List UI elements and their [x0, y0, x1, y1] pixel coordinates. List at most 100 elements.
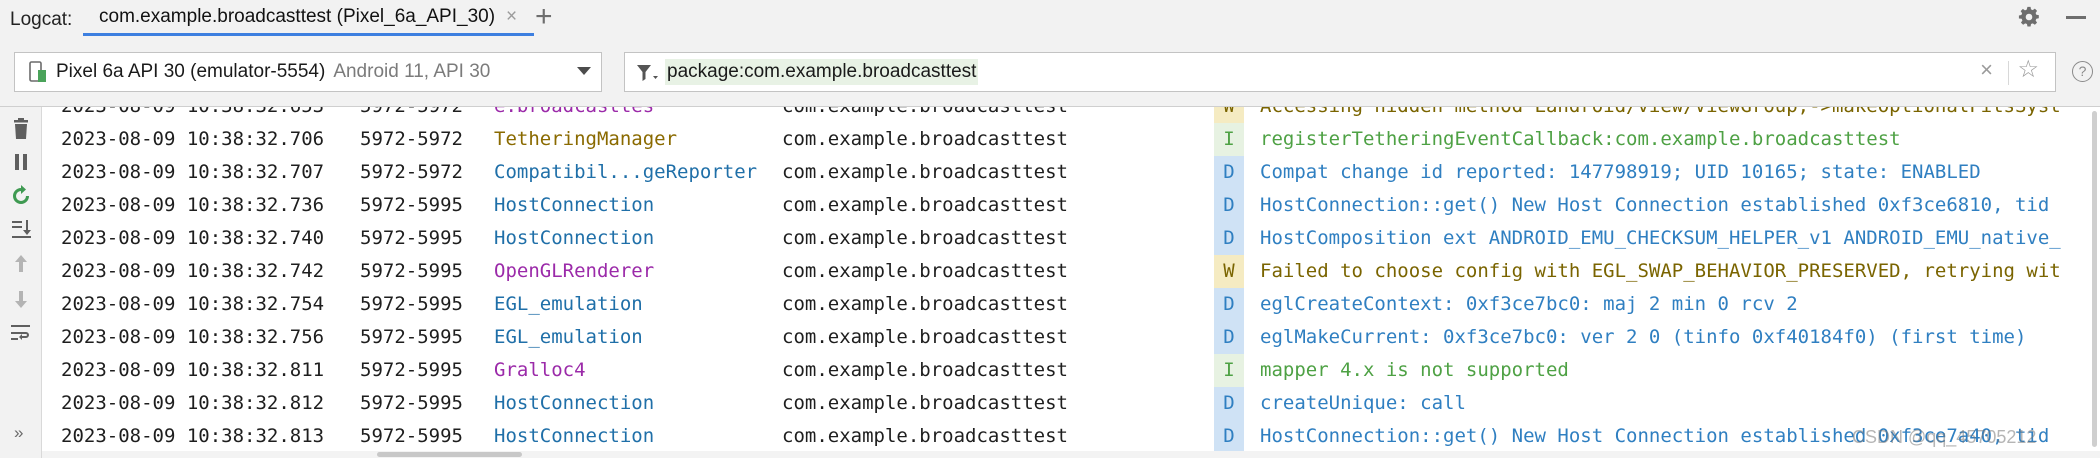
- restart-icon[interactable]: [9, 184, 33, 208]
- log-row[interactable]: 2023-08-09 10:38:32.740 5972-5995 HostConn…: [42, 222, 2100, 255]
- log-message: createUnique: call: [1260, 392, 1466, 414]
- log-level-badge: W: [1214, 255, 1244, 288]
- log-message: Compat change id reported: 147798919; UI…: [1260, 161, 1981, 183]
- log-row[interactable]: 2023-08-09 10:38:32.812 5972-5995 HostConn…: [42, 387, 2100, 420]
- log-message: mapper 4.x is not supported: [1260, 359, 1569, 381]
- log-tag: HostConnection: [494, 425, 655, 447]
- log-package: com.example.broadcasttest: [782, 227, 1068, 249]
- favorite-star-icon[interactable]: ☆: [2017, 58, 2039, 82]
- log-timestamp: 2023-08-09 10:38:32.707: [61, 161, 325, 183]
- log-tag: e.broadcasttes: [494, 107, 654, 123]
- log-pid: 5972-5995: [360, 359, 463, 381]
- log-timestamp: 2023-08-09 10:38:32.813: [61, 425, 325, 447]
- log-level-badge: D: [1214, 222, 1244, 255]
- add-tab-icon[interactable]: +: [535, 2, 553, 32]
- phone-icon: [29, 61, 46, 82]
- log-level-badge: I: [1214, 354, 1244, 387]
- log-package: com.example.broadcasttest: [782, 425, 1068, 447]
- log-row[interactable]: 2023-08-09 10:38:32.706 5972-5972 Tetherin…: [42, 123, 2100, 156]
- log-pid: 5972-5995: [360, 227, 463, 249]
- logcat-label: Logcat:: [10, 9, 73, 30]
- device-dropdown[interactable]: Pixel 6a API 30 (emulator-5554) Android …: [14, 52, 602, 92]
- log-row[interactable]: 2023-08-09 10:38:32.736 5972-5995 HostConn…: [42, 189, 2100, 222]
- log-package: com.example.broadcasttest: [782, 128, 1068, 150]
- log-pid: 5972-5995: [360, 194, 463, 216]
- arrow-up-icon[interactable]: [9, 252, 33, 276]
- log-pid: 5972-5995: [360, 260, 463, 282]
- clear-filter-icon[interactable]: ×: [1980, 59, 1993, 81]
- log-output[interactable]: 2023-08-09 10:38:32.653 5972-5972 e.broadc…: [42, 107, 2100, 451]
- log-level-badge: W: [1214, 107, 1244, 123]
- log-tag: TetheringManager: [494, 128, 678, 150]
- log-package: com.example.broadcasttest: [782, 107, 1068, 123]
- pause-icon[interactable]: [9, 150, 33, 174]
- log-pid: 5972-5995: [360, 392, 463, 414]
- vertical-scroll-thumb[interactable]: [2092, 111, 2097, 447]
- log-row[interactable]: 2023-08-09 10:38:32.653 5972-5972 e.broadc…: [42, 107, 2100, 123]
- log-tag: Gralloc4: [494, 359, 586, 381]
- scroll-to-end-icon[interactable]: [9, 217, 33, 241]
- log-timestamp: 2023-08-09 10:38:32.754: [61, 293, 325, 315]
- log-message: registerTetheringEventCallback:com.examp…: [1260, 128, 1901, 150]
- log-level-badge: I: [1214, 123, 1244, 156]
- log-tag: HostConnection: [494, 227, 655, 249]
- log-message: HostConnection::get() New Host Connectio…: [1260, 194, 2050, 216]
- vertical-scrollbar[interactable]: [2088, 107, 2100, 451]
- log-tag: HostConnection: [494, 194, 655, 216]
- log-pid: 5972-5972: [360, 107, 463, 123]
- log-package: com.example.broadcasttest: [782, 359, 1068, 381]
- log-row[interactable]: 2023-08-09 10:38:32.813 5972-5995 HostConn…: [42, 420, 2100, 451]
- log-level-badge: D: [1214, 387, 1244, 420]
- log-tag: EGL_emulation: [494, 293, 643, 315]
- log-timestamp: 2023-08-09 10:38:32.736: [61, 194, 325, 216]
- log-timestamp: 2023-08-09 10:38:32.706: [61, 128, 325, 150]
- minimize-icon[interactable]: [2066, 16, 2086, 19]
- log-message: eglMakeCurrent: 0xf3ce7bc0: ver 2 0 (tin…: [1260, 326, 2027, 348]
- filter-icon[interactable]: [635, 62, 659, 84]
- logcat-tab[interactable]: com.example.broadcasttest (Pixel_6a_API_…: [83, 0, 535, 36]
- log-pid: 5972-5995: [360, 326, 463, 348]
- trash-icon[interactable]: [9, 117, 33, 141]
- horizontal-scroll-thumb[interactable]: [377, 452, 522, 457]
- help-icon[interactable]: ?: [2072, 61, 2093, 82]
- log-timestamp: 2023-08-09 10:38:32.740: [61, 227, 325, 249]
- log-timestamp: 2023-08-09 10:38:32.756: [61, 326, 325, 348]
- log-pid: 5972-5995: [360, 425, 463, 447]
- device-name: Pixel 6a API 30 (emulator-5554): [56, 61, 326, 82]
- log-tag: HostConnection: [494, 392, 655, 414]
- log-package: com.example.broadcasttest: [782, 326, 1068, 348]
- log-message: Failed to choose config with EGL_SWAP_BE…: [1260, 260, 2061, 282]
- log-row[interactable]: 2023-08-09 10:38:32.811 5972-5995 Gralloc4…: [42, 354, 2100, 387]
- title-actions: [2018, 6, 2086, 28]
- log-message: eglCreateContext: 0xf3ce7bc0: maj 2 min …: [1260, 293, 1798, 315]
- log-pid: 5972-5972: [360, 128, 463, 150]
- horizontal-scrollbar[interactable]: [42, 451, 2100, 458]
- log-package: com.example.broadcasttest: [782, 260, 1068, 282]
- tab-label: com.example.broadcasttest (Pixel_6a_API_…: [99, 5, 496, 27]
- log-timestamp: 2023-08-09 10:38:32.812: [61, 392, 325, 414]
- log-level-badge: D: [1214, 321, 1244, 354]
- filter-query-text[interactable]: package:com.example.broadcasttest: [665, 59, 979, 85]
- log-level-badge: D: [1214, 189, 1244, 222]
- logcat-filter-input[interactable]: package:com.example.broadcasttest × ☆: [624, 52, 2056, 92]
- arrow-down-icon[interactable]: [9, 287, 33, 311]
- chevron-down-icon: [577, 67, 591, 75]
- log-row[interactable]: 2023-08-09 10:38:32.707 5972-5972 Compatib…: [42, 156, 2100, 189]
- expand-toolbar-icon[interactable]: »: [14, 423, 38, 447]
- log-row[interactable]: 2023-08-09 10:38:32.754 5972-5995 EGL_emul…: [42, 288, 2100, 321]
- log-timestamp: 2023-08-09 10:38:32.653: [61, 107, 324, 123]
- log-row[interactable]: 2023-08-09 10:38:32.742 5972-5995 OpenGLRe…: [42, 255, 2100, 288]
- log-package: com.example.broadcasttest: [782, 392, 1068, 414]
- soft-wrap-icon[interactable]: [9, 321, 33, 345]
- gear-icon[interactable]: [2018, 6, 2040, 28]
- log-package: com.example.broadcasttest: [782, 293, 1068, 315]
- log-tag: EGL_emulation: [494, 326, 643, 348]
- log-level-badge: D: [1214, 420, 1244, 451]
- device-api-info: Android 11, API 30: [333, 61, 491, 82]
- log-tag: OpenGLRenderer: [494, 260, 655, 282]
- log-row[interactable]: 2023-08-09 10:38:32.756 5972-5995 EGL_emul…: [42, 321, 2100, 354]
- log-pid: 5972-5995: [360, 293, 463, 315]
- tab-close-icon[interactable]: ×: [506, 7, 517, 26]
- log-pid: 5972-5972: [360, 161, 463, 183]
- log-package: com.example.broadcasttest: [782, 161, 1068, 183]
